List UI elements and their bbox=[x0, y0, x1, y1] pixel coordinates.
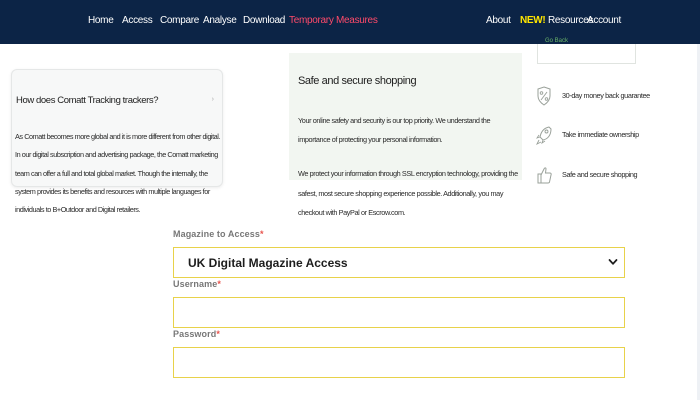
magazine-label: Magazine to Access* bbox=[173, 229, 264, 239]
chevron-down-icon bbox=[608, 259, 618, 265]
magazine-selected-value: UK Digital Magazine Access bbox=[188, 256, 348, 270]
nav-about-link[interactable]: About bbox=[486, 15, 511, 26]
nav-analyse-link[interactable]: Analyse bbox=[203, 15, 237, 26]
top-navigation: Home Access Compare Analyse Download Tem… bbox=[0, 0, 700, 44]
nav-compare-link[interactable]: Compare bbox=[160, 15, 199, 26]
benefit-secure-shopping: Safe and secure shopping bbox=[536, 165, 686, 187]
benefits-box bbox=[537, 44, 636, 64]
username-input[interactable] bbox=[173, 297, 625, 328]
faq-answer: As Comatt becomes more global and it is … bbox=[15, 132, 221, 215]
page: Home Access Compare Analyse Download Tem… bbox=[0, 0, 700, 400]
secure-shopping-paragraph-2: We protect your information through SSL … bbox=[298, 169, 518, 217]
password-label: Password* bbox=[173, 329, 220, 339]
secure-shopping-title: Safe and secure shopping bbox=[298, 75, 417, 87]
password-input[interactable] bbox=[173, 347, 625, 378]
benefit-text: Take immediate ownership bbox=[562, 130, 639, 139]
username-label: Username* bbox=[173, 279, 221, 289]
secure-shopping-paragraph-1: Your online safety and security is our t… bbox=[298, 116, 491, 144]
nav-download-link[interactable]: Download bbox=[243, 15, 285, 26]
benefit-money-back: 30-day money back guarantee bbox=[536, 86, 686, 108]
rocket-icon bbox=[536, 126, 552, 145]
benefit-text: Safe and secure shopping bbox=[562, 170, 638, 179]
benefits-box-text[interactable]: Go Back bbox=[545, 38, 568, 44]
magazine-select[interactable]: UK Digital Magazine Access bbox=[173, 247, 625, 278]
benefit-ownership: Take immediate ownership bbox=[536, 125, 686, 147]
nav-temporary-measures-link[interactable]: Temporary Measures bbox=[289, 15, 378, 26]
benefit-text: 30-day money back guarantee bbox=[562, 91, 650, 100]
nav-resources-link[interactable]: NEW! Resources bbox=[520, 15, 593, 26]
nav-account-link[interactable]: Account bbox=[587, 15, 621, 26]
expand-icon[interactable]: › bbox=[212, 96, 214, 103]
faq-question[interactable]: How does Comatt Tracking trackers? bbox=[16, 95, 159, 106]
nav-access-link[interactable]: Access bbox=[122, 15, 153, 26]
nav-home-link[interactable]: Home bbox=[88, 15, 114, 26]
new-badge: NEW! bbox=[520, 15, 546, 26]
percent-badge-icon bbox=[537, 86, 551, 106]
thumbs-up-icon bbox=[537, 167, 552, 184]
